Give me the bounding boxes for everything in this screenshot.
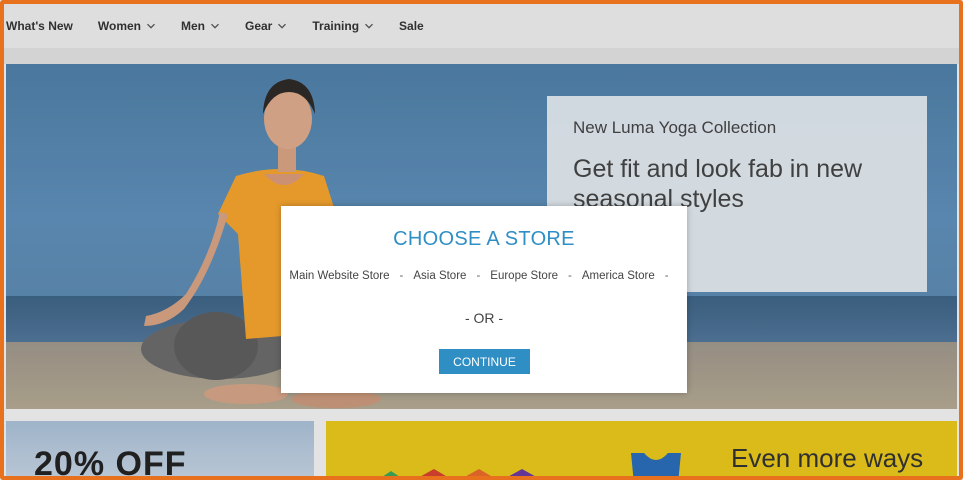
modal-title: CHOOSE A STORE [393,228,575,250]
separator: - [476,270,481,282]
choose-store-modal: CHOOSE A STORE Main Website Store - Asia… [281,206,687,393]
store-link-asia[interactable]: Asia Store [413,270,466,282]
page-frame: What's New Women Men Gear Training Sale [0,0,963,480]
separator: - [568,270,572,282]
store-link-america[interactable]: America Store [582,270,655,282]
or-divider-text: - OR - [464,310,504,326]
continue-button[interactable]: CONTINUE [439,349,530,374]
store-link-europe[interactable]: Europe Store [490,270,558,282]
store-link-main-website[interactable]: Main Website Store [289,270,389,282]
store-list: Main Website Store - Asia Store - Europe… [281,270,687,282]
separator: - [664,270,669,282]
separator: - [399,270,404,282]
